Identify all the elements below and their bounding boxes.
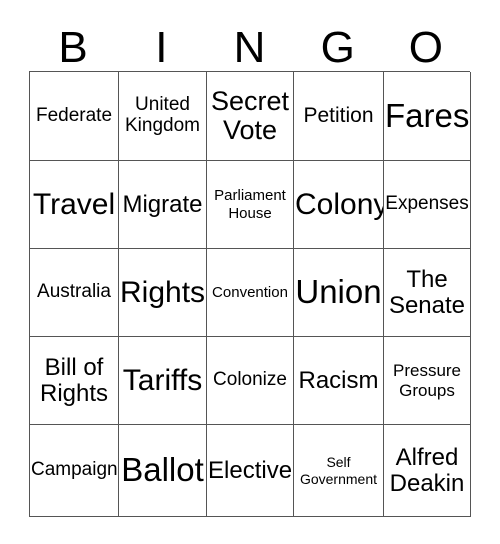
bingo-cell-r4c4[interactable]: Racism <box>294 337 384 425</box>
bingo-cell-label: Convention <box>212 283 288 301</box>
bingo-cell-r2c5[interactable]: Expenses <box>384 161 471 249</box>
bingo-cell-r3c4[interactable]: Union <box>294 249 384 337</box>
bingo-cell-label: Migrate <box>122 190 203 218</box>
bingo-cell-label: Alfred Deakin <box>389 443 465 497</box>
bingo-header-letter-i: I <box>155 23 168 72</box>
bingo-cell-label: Petition <box>303 104 374 128</box>
bingo-header-letter-o: O <box>408 23 444 72</box>
bingo-cell-label: Tariffs <box>122 363 203 397</box>
bingo-cell-r5c3[interactable]: Elective <box>207 425 294 517</box>
bingo-cell-r3c5[interactable]: The Senate <box>384 249 471 337</box>
bingo-cell-r5c2[interactable]: Ballot <box>119 425 207 517</box>
bingo-cell-r1c3[interactable]: Secret Vote <box>207 72 294 161</box>
bingo-cell-r5c4[interactable]: Self Government <box>294 425 384 517</box>
bingo-cell-r1c5[interactable]: Fares <box>384 72 471 161</box>
bingo-header-letter-b: B <box>58 23 88 72</box>
bingo-grid: Federate United Kingdom Secret Vote Peti… <box>29 71 471 517</box>
bingo-cell-label: Campaign <box>31 459 118 481</box>
bingo-cell-r4c2[interactable]: Tariffs <box>119 337 207 425</box>
bingo-cell-label: Union <box>295 273 382 311</box>
bingo-cell-label: Pressure Groups <box>392 361 462 400</box>
bingo-cell-label: Federate <box>35 104 113 126</box>
bingo-cell-r2c1[interactable]: Travel <box>30 161 119 249</box>
bingo-cell-label: Colonize <box>213 369 287 391</box>
bingo-cell-r5c5[interactable]: Alfred Deakin <box>384 425 471 517</box>
bingo-header-letter-g: G <box>320 23 355 72</box>
bingo-card: B I N G O Federate United Kingdom Secret… <box>0 0 500 544</box>
bingo-cell-label: Elective <box>208 456 293 484</box>
bingo-cell-r5c1[interactable]: Campaign <box>30 425 119 517</box>
bingo-header-row: B I N G O <box>29 18 470 71</box>
bingo-cell-r3c1[interactable]: Australia <box>30 249 119 337</box>
bingo-header-letter-n: N <box>233 23 266 72</box>
bingo-cell-label: Parliament House <box>214 187 286 222</box>
bingo-cell-label: Rights <box>120 275 206 309</box>
bingo-cell-r3c3[interactable]: Convention <box>207 249 294 337</box>
bingo-cell-label: United Kingdom <box>125 94 200 136</box>
bingo-cell-label: The Senate <box>388 265 466 319</box>
bingo-cell-r1c1[interactable]: Federate <box>30 72 119 161</box>
bingo-cell-label: Australia <box>37 281 111 303</box>
bingo-cell-label: Ballot <box>121 451 204 489</box>
bingo-cell-label: Bill of Rights <box>39 353 109 407</box>
bingo-cell-r2c2[interactable]: Migrate <box>119 161 207 249</box>
bingo-cell-label: Travel <box>32 187 116 221</box>
bingo-cell-r4c3[interactable]: Colonize <box>207 337 294 425</box>
bingo-cell-label: Fares <box>385 96 470 134</box>
bingo-cell-label: Self Government <box>299 453 378 487</box>
bingo-cell-label: Racism <box>298 366 379 394</box>
bingo-cell-r2c3[interactable]: Parliament House <box>207 161 294 249</box>
bingo-cell-r1c4[interactable]: Petition <box>294 72 384 161</box>
bingo-cell-r3c2[interactable]: Rights <box>119 249 207 337</box>
bingo-cell-label: Colony <box>295 187 384 221</box>
bingo-cell-r1c2[interactable]: United Kingdom <box>119 72 207 161</box>
bingo-cell-r4c5[interactable]: Pressure Groups <box>384 337 471 425</box>
bingo-cell-r4c1[interactable]: Bill of Rights <box>30 337 119 425</box>
bingo-cell-label: Expenses <box>385 193 469 215</box>
bingo-cell-label: Secret Vote <box>210 86 290 145</box>
bingo-cell-r2c4[interactable]: Colony <box>294 161 384 249</box>
